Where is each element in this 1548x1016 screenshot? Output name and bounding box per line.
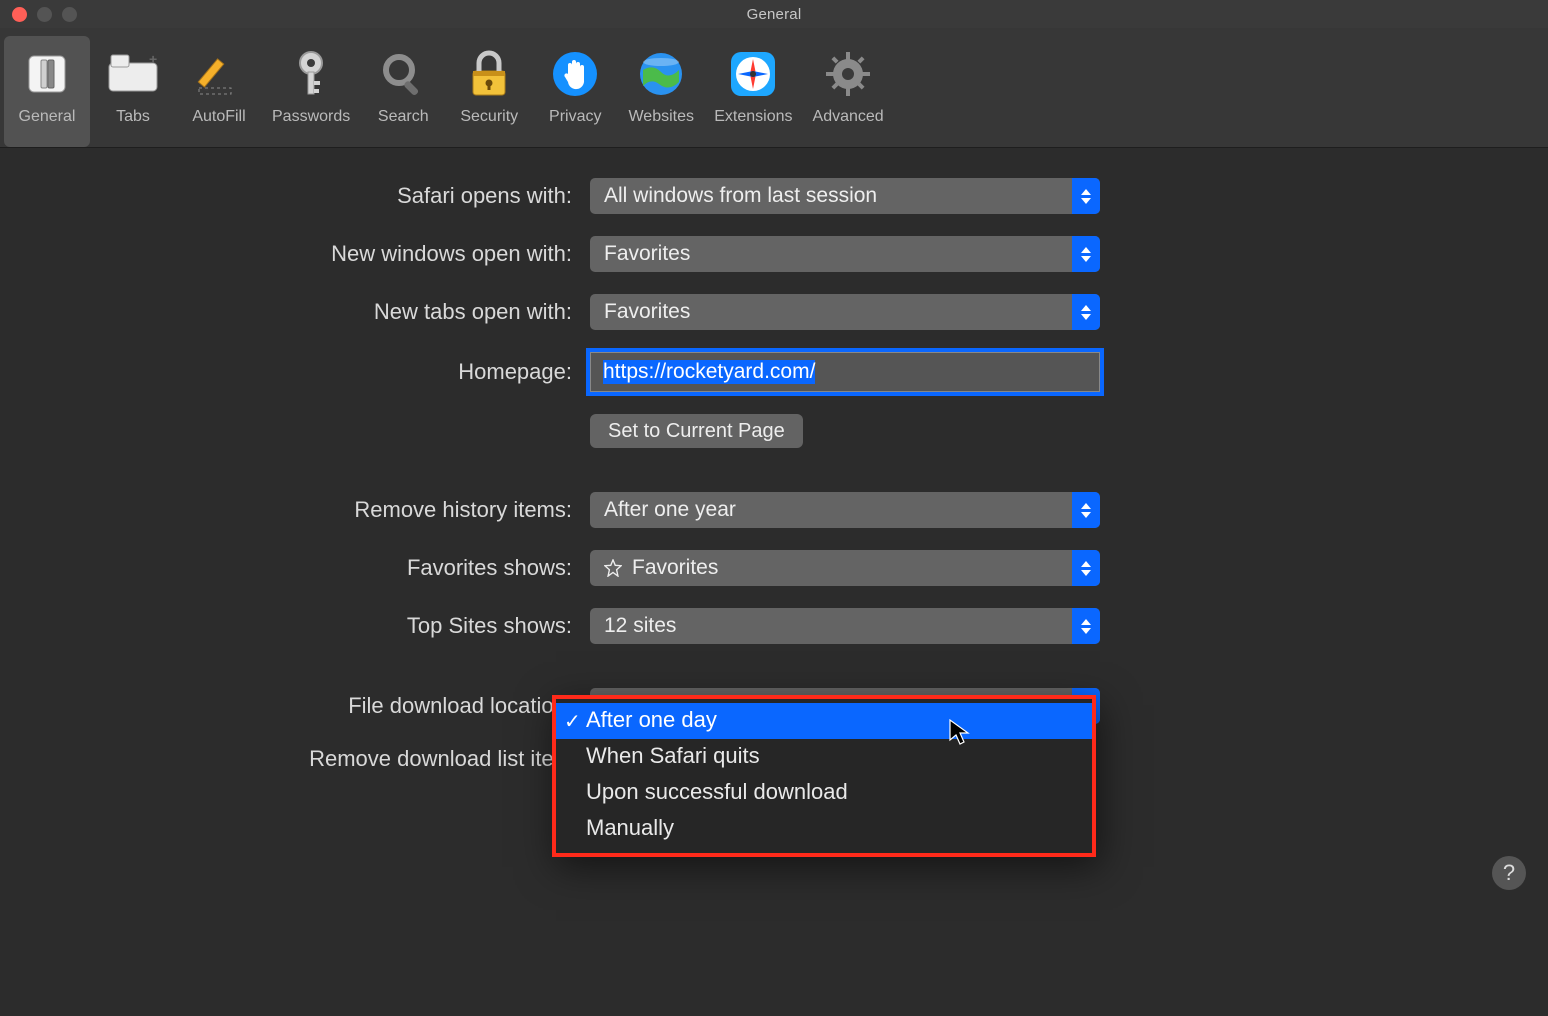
tab-privacy[interactable]: Privacy xyxy=(532,36,618,147)
chevron-updown-icon xyxy=(1072,294,1100,330)
new-windows-popup[interactable]: Favorites xyxy=(590,236,1100,272)
menu-item-label: Upon successful download xyxy=(586,779,848,805)
tab-passwords[interactable]: Passwords xyxy=(262,36,360,147)
lock-icon xyxy=(459,44,519,104)
top-sites-value: 12 sites xyxy=(604,614,676,638)
hand-stop-icon xyxy=(545,44,605,104)
new-tabs-value: Favorites xyxy=(604,300,690,324)
remove-downloads-label: Remove download list item xyxy=(20,746,590,772)
compass-icon xyxy=(723,44,783,104)
favorites-shows-popup[interactable]: Favorites xyxy=(590,550,1100,586)
new-tabs-popup[interactable]: Favorites xyxy=(590,294,1100,330)
gear-icon xyxy=(818,44,878,104)
tab-security-label: Security xyxy=(460,108,518,126)
tab-passwords-label: Passwords xyxy=(272,108,350,126)
pencil-icon xyxy=(189,44,249,104)
key-icon xyxy=(281,44,341,104)
tab-autofill-label: AutoFill xyxy=(192,108,245,126)
tab-search-label: Search xyxy=(378,108,429,126)
star-icon xyxy=(604,559,622,577)
homepage-label: Homepage: xyxy=(20,359,590,385)
svg-text:+: + xyxy=(149,53,157,67)
menu-item-when-safari-quits[interactable]: When Safari quits xyxy=(556,739,1092,775)
top-sites-label: Top Sites shows: xyxy=(20,613,590,639)
search-icon xyxy=(373,44,433,104)
globe-icon xyxy=(631,44,691,104)
tab-extensions-label: Extensions xyxy=(714,108,792,126)
tab-tabs[interactable]: + Tabs xyxy=(90,36,176,147)
tab-advanced-label: Advanced xyxy=(813,108,884,126)
tab-autofill[interactable]: AutoFill xyxy=(176,36,262,147)
remove-history-label: Remove history items: xyxy=(20,497,590,523)
remove-history-popup[interactable]: After one year xyxy=(590,492,1100,528)
tab-general-label: General xyxy=(19,108,76,126)
switch-icon xyxy=(17,44,77,104)
tab-extensions[interactable]: Extensions xyxy=(704,36,802,147)
menu-item-upon-successful-download[interactable]: Upon successful download xyxy=(556,775,1092,811)
menu-item-label: After one day xyxy=(586,707,717,733)
tab-general[interactable]: General xyxy=(4,36,90,147)
tab-advanced[interactable]: Advanced xyxy=(803,36,894,147)
window-controls xyxy=(12,7,77,22)
favorites-shows-label: Favorites shows: xyxy=(20,555,590,581)
menu-item-label: When Safari quits xyxy=(586,743,760,769)
safari-opens-with-popup[interactable]: All windows from last session xyxy=(590,178,1100,214)
chevron-updown-icon xyxy=(1072,236,1100,272)
close-window-button[interactable] xyxy=(12,7,27,22)
tab-privacy-label: Privacy xyxy=(549,108,601,126)
new-tabs-label: New tabs open with: xyxy=(20,299,590,325)
download-location-label: File download location: xyxy=(20,693,590,719)
zoom-window-button[interactable] xyxy=(62,7,77,22)
safari-opens-with-label: Safari opens with: xyxy=(20,183,590,209)
new-windows-label: New windows open with: xyxy=(20,241,590,267)
remove-history-value: After one year xyxy=(604,498,736,522)
chevron-updown-icon xyxy=(1072,178,1100,214)
tab-security[interactable]: Security xyxy=(446,36,532,147)
minimize-window-button[interactable] xyxy=(37,7,52,22)
homepage-input[interactable] xyxy=(590,352,1100,392)
menu-item-after-one-day[interactable]: ✓ After one day xyxy=(556,703,1092,739)
preferences-toolbar: General + Tabs AutoFill xyxy=(0,28,1548,148)
checkmark-icon: ✓ xyxy=(564,709,581,734)
top-sites-popup[interactable]: 12 sites xyxy=(590,608,1100,644)
window-title: General xyxy=(12,6,1536,23)
menu-item-label: Manually xyxy=(586,815,674,841)
set-current-page-button[interactable]: Set to Current Page xyxy=(590,414,803,448)
chevron-updown-icon xyxy=(1072,492,1100,528)
menu-item-manually[interactable]: Manually xyxy=(556,811,1092,847)
chevron-updown-icon xyxy=(1072,550,1100,586)
tab-websites[interactable]: Websites xyxy=(618,36,704,147)
tab-tabs-label: Tabs xyxy=(116,108,150,126)
help-button[interactable]: ? xyxy=(1492,856,1526,890)
new-windows-value: Favorites xyxy=(604,242,690,266)
tabs-icon: + xyxy=(103,44,163,104)
safari-opens-with-value: All windows from last session xyxy=(604,184,877,208)
chevron-updown-icon xyxy=(1072,608,1100,644)
tab-search[interactable]: Search xyxy=(360,36,446,147)
favorites-shows-value: Favorites xyxy=(632,556,718,580)
window-titlebar: General xyxy=(0,0,1548,28)
remove-downloads-menu[interactable]: ✓ After one day When Safari quits Upon s… xyxy=(552,695,1096,857)
tab-websites-label: Websites xyxy=(628,108,694,126)
